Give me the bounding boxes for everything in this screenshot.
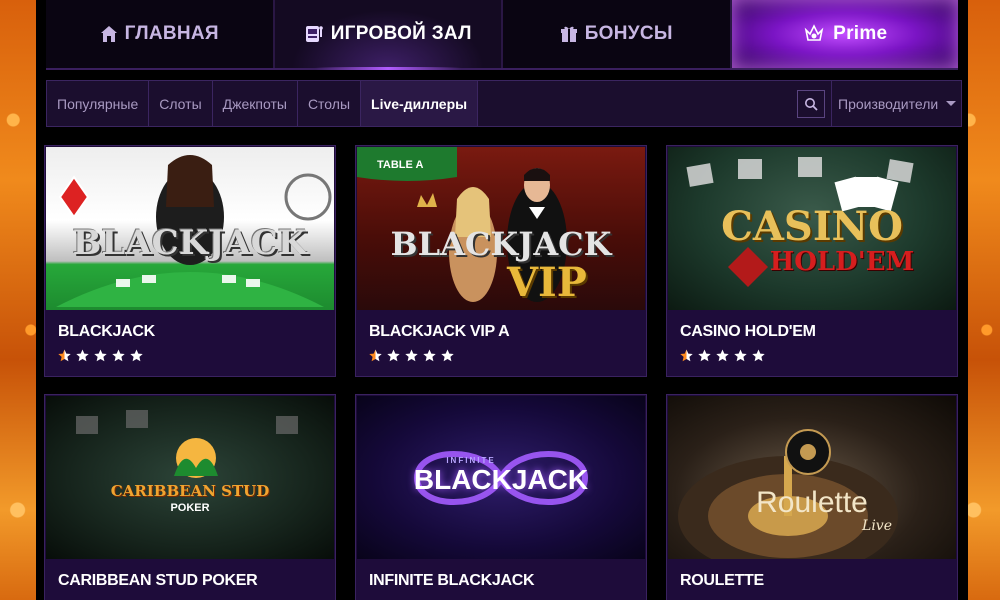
game-logo-subtext: POKER [170, 502, 210, 514]
game-thumbnail: INFINITE BLACKJACK [357, 396, 645, 559]
tab-tables[interactable]: Столы [298, 81, 362, 126]
star-icon[interactable] [387, 349, 400, 362]
game-logo-text: BLACKJACK [72, 223, 308, 263]
game-card-blackjack-vip-a[interactable]: TABLE A BLACKJACK VIP BLACKJACK VIP A [355, 145, 647, 377]
nav-home[interactable]: ГЛАВНАЯ [46, 0, 275, 68]
main-container: ГЛАВНАЯ ИГРОВОЙ ЗАЛ БОНУСЫ Prime Популяр… [36, 0, 968, 600]
nav-bonuses[interactable]: БОНУСЫ [503, 0, 732, 68]
star-icon[interactable] [76, 349, 89, 362]
game-logo-subtext: VIP [507, 259, 587, 306]
game-title: BLACKJACK VIP A [369, 323, 510, 340]
category-filter-bar: Популярные Слоты Джекпоты Столы Live-дил… [46, 80, 962, 127]
search-icon [805, 98, 818, 111]
tab-jackpots[interactable]: Джекпоты [213, 81, 298, 126]
game-logo-subtext: Live [862, 518, 892, 534]
game-title: INFINITE BLACKJACK [369, 572, 535, 589]
rating-stars [680, 349, 765, 362]
star-icon[interactable] [752, 349, 765, 362]
game-logo-text: CASINO [721, 203, 903, 250]
providers-dropdown[interactable]: Производители [831, 81, 961, 126]
tab-popular[interactable]: Популярные [47, 81, 150, 126]
game-logo-subtext: HOLD'EM [769, 247, 915, 277]
star-icon[interactable] [369, 349, 382, 362]
star-icon[interactable] [441, 349, 454, 362]
game-card-roulette[interactable]: Roulette Live ROULETTE [666, 394, 958, 600]
providers-label: Производители [838, 95, 939, 112]
crown-logo-icon [802, 22, 826, 46]
nav-bonuses-label: БОНУСЫ [584, 23, 673, 44]
home-icon [100, 25, 118, 43]
nav-game-hall[interactable]: ИГРОВОЙ ЗАЛ [274, 0, 503, 70]
star-icon[interactable] [423, 349, 436, 362]
game-thumbnail: CARIBBEAN STUD POKER [46, 396, 334, 559]
nav-game-hall-label: ИГРОВОЙ ЗАЛ [330, 23, 472, 44]
table-scene-image [76, 410, 298, 478]
slot-machine-icon [304, 24, 324, 44]
tab-slots[interactable]: Слоты [149, 81, 213, 126]
game-logo-text: BLACKJACK [390, 225, 612, 263]
game-thumbnail: TABLE A BLACKJACK VIP [357, 147, 645, 310]
game-logo-text: BLACKJACK [413, 464, 589, 495]
star-icon[interactable] [680, 349, 693, 362]
nav-prime[interactable]: Prime [731, 0, 958, 68]
tab-live-dealers[interactable]: Live-диллеры [361, 81, 479, 126]
game-card-caribbean-stud-poker[interactable]: CARIBBEAN STUD POKER CARIBBEAN STUD POKE… [44, 394, 336, 600]
star-icon[interactable] [94, 349, 107, 362]
game-title: ROULETTE [680, 572, 764, 589]
star-icon[interactable] [58, 349, 71, 362]
star-icon[interactable] [405, 349, 418, 362]
star-icon[interactable] [112, 349, 125, 362]
roulette-wheel-image [678, 429, 898, 559]
game-title: CASINO HOLD'EM [680, 323, 816, 340]
star-icon[interactable] [698, 349, 711, 362]
chevron-down-icon [946, 101, 957, 106]
game-card-infinite-blackjack[interactable]: INFINITE BLACKJACK INFINITE BLACKJACK [355, 394, 647, 600]
nav-home-label: ГЛАВНАЯ [124, 23, 219, 44]
game-thumbnail: Roulette Live [668, 396, 956, 559]
rating-stars [58, 349, 143, 362]
top-navigation: ГЛАВНАЯ ИГРОВОЙ ЗАЛ БОНУСЫ Prime [46, 0, 958, 70]
search-button[interactable] [797, 90, 825, 118]
rating-stars [369, 349, 454, 362]
nav-prime-label: Prime [833, 23, 888, 44]
star-icon[interactable] [130, 349, 143, 362]
game-card-blackjack[interactable]: BLACKJACK BLACKJACK [44, 145, 336, 377]
gift-icon [560, 25, 578, 43]
game-thumbnail: BLACKJACK [46, 147, 334, 310]
game-logo-text: Roulette [756, 486, 868, 519]
game-logo-text: CARIBBEAN STUD [110, 482, 270, 500]
game-title: BLACKJACK [58, 323, 155, 340]
star-icon[interactable] [716, 349, 729, 362]
table-tag: TABLE A [377, 159, 424, 171]
game-title: CARIBBEAN STUD POKER [58, 572, 258, 589]
game-card-casino-holdem[interactable]: CASINO HOLD'EM CASINO HOLD'EM [666, 145, 958, 377]
star-icon[interactable] [734, 349, 747, 362]
game-thumbnail: CASINO HOLD'EM [668, 147, 956, 310]
